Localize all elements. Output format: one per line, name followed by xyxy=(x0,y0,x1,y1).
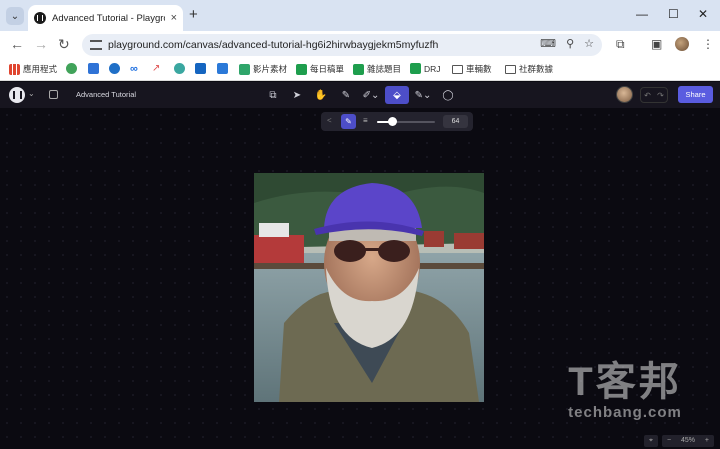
brush-size-thumb[interactable] xyxy=(387,117,397,126)
bookmark-meta[interactable]: ∞ xyxy=(130,63,138,75)
bookmark-magazine[interactable]: 雜誌題目 xyxy=(353,63,401,75)
puzzle-icon xyxy=(66,63,77,74)
forward-button[interactable]: → xyxy=(34,36,48,52)
generated-image[interactable] xyxy=(254,173,484,402)
new-tab-button[interactable]: + xyxy=(189,6,198,23)
bookmark-c[interactable] xyxy=(109,63,120,74)
zoom-icon[interactable]: ⚲ xyxy=(566,37,574,50)
bookmark-daily[interactable]: 每日稿單 xyxy=(296,63,344,75)
undo-icon[interactable]: ↶ xyxy=(644,91,651,100)
apps-grid-icon xyxy=(9,63,20,75)
bookmark-vehicles[interactable]: 車輛數 xyxy=(452,63,492,75)
c-icon xyxy=(109,63,120,74)
extensions-icon[interactable]: ⧉ xyxy=(616,37,625,52)
url-text: playground.com/canvas/advanced-tutorial-… xyxy=(108,39,439,51)
profile-avatar[interactable] xyxy=(675,37,689,51)
fit-to-screen-icon[interactable]: ⌖ xyxy=(644,434,658,447)
paint-bucket-icon[interactable]: ⬙ xyxy=(385,86,409,104)
playground-logo[interactable] xyxy=(9,87,25,103)
folder-icon xyxy=(452,64,463,74)
chrome-menu-icon[interactable]: ⋮ xyxy=(702,37,714,51)
site-info-icon[interactable] xyxy=(90,40,102,50)
address-bar[interactable]: playground.com/canvas/advanced-tutorial-… xyxy=(82,34,602,56)
pen-icon[interactable]: ✎⌄ xyxy=(412,86,434,104)
bookmark-trend[interactable]: ↗ xyxy=(152,63,160,74)
fisherman-portrait xyxy=(254,173,484,402)
close-window-button[interactable]: ✕ xyxy=(698,7,708,21)
zoom-group: − 45% + xyxy=(662,434,714,447)
app-header: ⌄ Advanced Tutorial ⧉ ➤ ✋ ✎ ✐⌄ ⬙ ✎⌄ ◯ ↶ … xyxy=(0,82,720,108)
meta-icon: ∞ xyxy=(130,63,138,75)
watermark-logo-text: T客邦 xyxy=(568,360,682,404)
bookmark-drive[interactable] xyxy=(88,63,99,74)
playground-favicon xyxy=(34,12,46,24)
canvas-icon[interactable]: ⧉ xyxy=(263,86,283,104)
pencil-icon[interactable]: ✎ xyxy=(341,114,356,129)
brush-size-icon: ≡ xyxy=(363,116,368,125)
bookmark-calendar[interactable] xyxy=(217,63,228,74)
folder-icon xyxy=(505,64,516,74)
outlook-icon xyxy=(195,63,206,74)
hand-icon[interactable]: ✋ xyxy=(311,86,331,104)
bookmark-video[interactable]: 影片素材 xyxy=(239,63,287,75)
trend-icon: ↗ xyxy=(152,63,161,74)
zoom-out-button[interactable]: − xyxy=(667,437,671,444)
translate-icon[interactable]: ⌨ xyxy=(540,37,556,50)
tab-title: Advanced Tutorial - Playground xyxy=(52,12,165,24)
side-panel-icon[interactable]: ▣ xyxy=(651,37,662,51)
green-sheet-icon xyxy=(239,63,250,75)
share-nodes-icon[interactable]: < xyxy=(327,116,332,125)
bookmark-drj[interactable]: DRJ xyxy=(410,63,441,74)
bookmark-star-icon[interactable]: ☆ xyxy=(584,37,594,50)
bookmark-apps[interactable]: 應用程式 xyxy=(9,63,57,75)
green-plus-icon xyxy=(410,63,421,74)
circle-icon xyxy=(174,63,185,74)
calendar-icon xyxy=(217,63,228,74)
browser-toolbar: ← → ↻ playground.com/canvas/advanced-tut… xyxy=(0,31,720,59)
canvas-title: Advanced Tutorial xyxy=(76,90,137,99)
watermark: T客邦 techbang.com xyxy=(540,362,710,421)
tab-strip: ⌄ Advanced Tutorial - Playground × + — ☐… xyxy=(0,0,720,31)
redo-icon[interactable]: ↷ xyxy=(657,91,664,100)
reload-button[interactable]: ↻ xyxy=(58,36,70,53)
bookmark-puzzle[interactable] xyxy=(66,63,77,74)
share-button[interactable]: Share xyxy=(678,86,713,103)
sidebar-toggle-icon[interactable] xyxy=(49,90,58,99)
tab-search-button[interactable]: ⌄ xyxy=(6,7,24,25)
edit-image-icon[interactable]: ✎ xyxy=(336,86,356,104)
chevron-down-icon[interactable]: ⌄ xyxy=(28,89,35,98)
undo-redo-group: ↶ ↷ xyxy=(640,87,668,103)
zoom-in-button[interactable]: + xyxy=(705,437,709,444)
bookmark-social[interactable]: 社群數據 xyxy=(505,63,553,75)
drive-icon xyxy=(88,63,99,74)
green-plus-icon xyxy=(296,63,307,75)
bookmark-outlook[interactable] xyxy=(195,63,206,74)
green-plus-icon xyxy=(353,63,364,75)
comment-icon[interactable]: ◯ xyxy=(438,86,458,104)
draw-icon[interactable]: ✐⌄ xyxy=(360,86,382,104)
close-tab-icon[interactable]: × xyxy=(171,12,177,24)
browser-tab[interactable]: Advanced Tutorial - Playground × xyxy=(28,5,183,31)
watermark-url: techbang.com xyxy=(568,404,682,421)
brush-size-value[interactable]: 64 xyxy=(443,115,468,128)
minimize-button[interactable]: — xyxy=(636,7,648,21)
zoom-controls: ⌖ − 45% + xyxy=(644,434,716,447)
back-button[interactable]: ← xyxy=(10,36,24,52)
maximize-button[interactable]: ☐ xyxy=(668,7,679,21)
zoom-level[interactable]: 45% xyxy=(681,437,695,444)
bookmarks-bar: 應用程式 ∞ ↗ 影片素材 每日稿單 雜誌題目 DRJ 車輛數 社群數據 xyxy=(0,59,720,81)
bookmark-circle[interactable] xyxy=(174,63,185,74)
brush-options-bar: < ✎ ≡ 64 xyxy=(321,112,473,131)
user-avatar[interactable] xyxy=(616,86,633,103)
pointer-icon[interactable]: ➤ xyxy=(287,86,307,104)
